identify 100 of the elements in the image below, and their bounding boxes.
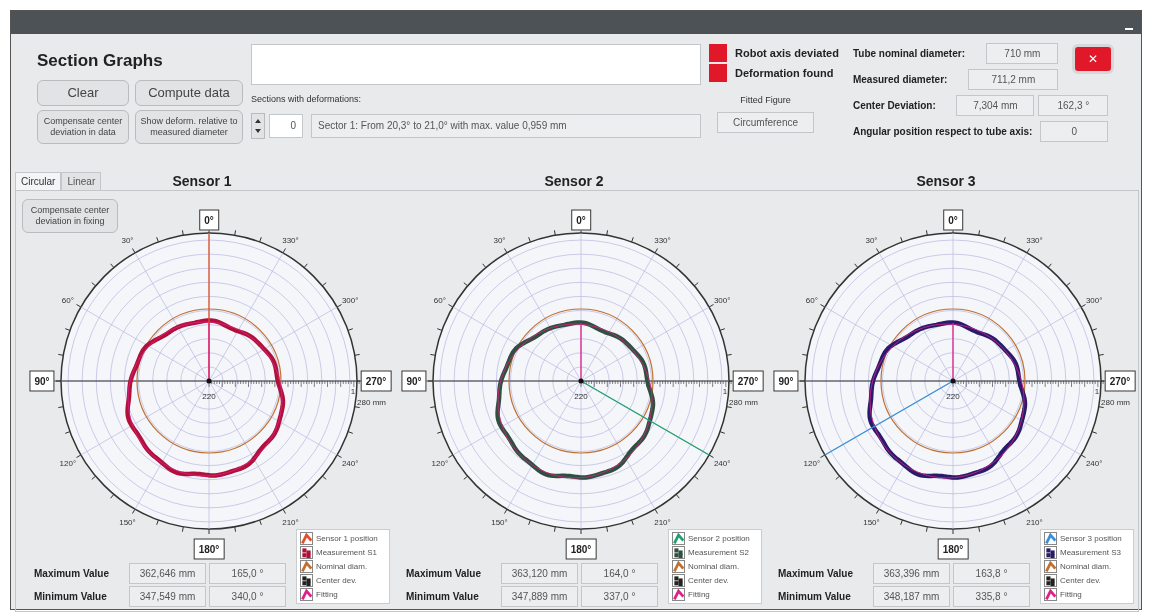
angle-label: 30° — [493, 235, 506, 245]
axis-label: 270° — [732, 370, 764, 392]
legend-label: Fitting — [1060, 588, 1082, 601]
stat-field: 340,0 ° — [209, 586, 286, 607]
measure-field: 711,2 mm — [968, 68, 1059, 90]
angle-label: 60° — [805, 295, 818, 305]
stat-label: Maximum Value — [778, 567, 855, 581]
sensor-title: Sensor 2 — [544, 172, 604, 191]
legend-label: Center dev. — [688, 574, 729, 587]
stat-label: Minimum Value — [778, 590, 852, 604]
angle-label: 300° — [1085, 295, 1103, 305]
scale-label: 280 mm — [357, 398, 386, 407]
sections-label: Sections with deformations: — [251, 93, 363, 106]
legend-label: Nominal diam. — [1060, 560, 1112, 573]
scale-label: 220 — [202, 392, 216, 401]
angle-label: 210° — [282, 518, 299, 528]
stat-field: 347,889 mm — [501, 586, 578, 607]
view-tab[interactable]: Circular — [15, 172, 62, 190]
angle-label: 300° — [341, 295, 359, 305]
legend-label: Fitting — [316, 588, 338, 601]
fitting-line — [952, 322, 954, 382]
angle-label: 330° — [1026, 235, 1043, 245]
angle-label: 210° — [654, 518, 671, 528]
angle-label: 330° — [654, 235, 671, 245]
angle-label: 60° — [433, 295, 446, 305]
stat-field: 335,8 ° — [953, 586, 1030, 607]
stat-field: 337,0 ° — [581, 586, 658, 607]
legend-label: Measurement S2 — [688, 546, 749, 559]
compensate-button[interactable]: Compensate center deviation in fixing — [22, 199, 118, 233]
angle-label: 30° — [865, 235, 878, 245]
axis-label: 180° — [565, 538, 597, 560]
angle-label: 120° — [431, 458, 449, 468]
angle-label: 150° — [491, 518, 508, 528]
legend-label: Center dev. — [1060, 574, 1101, 587]
axis-label: 270° — [1104, 370, 1136, 392]
stat-field: 363,396 mm — [873, 563, 950, 584]
axis-label: 270° — [360, 370, 392, 392]
view-tab[interactable]: Linear — [61, 172, 102, 190]
fitted-figure-label: Fitted Figure — [739, 94, 792, 107]
angle-label: 240° — [713, 458, 731, 468]
stat-label: Maximum Value — [34, 567, 111, 581]
axis-label: 0° — [943, 209, 963, 231]
action-button[interactable]: Compute data — [135, 79, 243, 106]
angle-label: 120° — [59, 458, 77, 468]
angle-label: 330° — [282, 235, 299, 245]
angle-label: 300° — [713, 295, 731, 305]
angle-label: 210° — [1026, 518, 1043, 528]
angle-label: 240° — [341, 458, 359, 468]
axis-label: 90° — [29, 370, 55, 392]
legend-label: Sensor 2 position — [688, 532, 750, 545]
sector-field[interactable]: Sector 1: From 20,3° to 21,0° with max. value 0,959 mm — [311, 113, 701, 138]
scale-label: 1 — [1094, 387, 1100, 396]
sensor-title: Sensor 1 — [172, 172, 232, 191]
stat-field: 363,120 mm — [501, 563, 578, 584]
scale-label: 280 mm — [729, 398, 758, 407]
minimize-icon[interactable] — [1125, 28, 1133, 30]
fitted-figure-field[interactable]: Circumference — [717, 111, 814, 133]
legend-label: Center dev. — [316, 574, 357, 587]
indicator-label: Deformation found — [735, 65, 834, 81]
angle-label: 30° — [121, 235, 134, 245]
legend-label: Sensor 1 position — [316, 532, 378, 545]
spinner-arrows[interactable] — [251, 112, 265, 139]
close-button[interactable]: ✕ — [1072, 44, 1115, 74]
legend-label: Nominal diam. — [316, 560, 368, 573]
scale-label: 220 — [946, 392, 960, 401]
scale-label: 1 — [722, 387, 728, 396]
axis-label: 0° — [571, 209, 591, 231]
measure-field: 162,3 ° — [1038, 94, 1109, 116]
angle-label: 120° — [803, 458, 821, 468]
measure-field: 0 — [1040, 120, 1109, 142]
center-point — [950, 378, 956, 384]
angle-label: 240° — [1085, 458, 1103, 468]
legend-label: Sensor 3 position — [1060, 532, 1122, 545]
axis-label: 90° — [401, 370, 427, 392]
stat-field: 163,8 ° — [953, 563, 1030, 584]
axis-label: 90° — [773, 370, 799, 392]
stat-field: 164,0 ° — [581, 563, 658, 584]
action-button[interactable]: Show deform. relative to measured diameter — [135, 109, 243, 144]
center-point — [578, 378, 584, 384]
scale-label: 220 — [574, 392, 588, 401]
stat-label: Minimum Value — [406, 590, 480, 604]
legend-label: Fitting — [688, 588, 710, 601]
scale-label: 280 mm — [1101, 398, 1130, 407]
measure-label: Measured diameter: — [852, 72, 948, 87]
center-point — [206, 378, 212, 384]
axis-label: 0° — [199, 209, 219, 231]
measure-label: Angular position respect to tube axis: — [852, 124, 1033, 139]
action-button[interactable]: Clear — [37, 79, 129, 106]
stat-field: 165,0 ° — [209, 563, 286, 584]
measure-field: 710 mm — [986, 42, 1059, 64]
fitting-line — [580, 322, 582, 382]
measure-field: 7,304 mm — [956, 94, 1035, 116]
axis-label: 180° — [937, 538, 969, 560]
action-button[interactable]: Compensate center deviation in data — [37, 109, 129, 144]
stat-label: Minimum Value — [34, 590, 108, 604]
angle-label: 150° — [863, 518, 880, 528]
section-title: Section Graphs — [37, 50, 164, 72]
message-box[interactable] — [251, 44, 701, 85]
measure-label: Center Deviation: — [852, 98, 936, 113]
index-field[interactable]: 0 — [269, 113, 303, 138]
